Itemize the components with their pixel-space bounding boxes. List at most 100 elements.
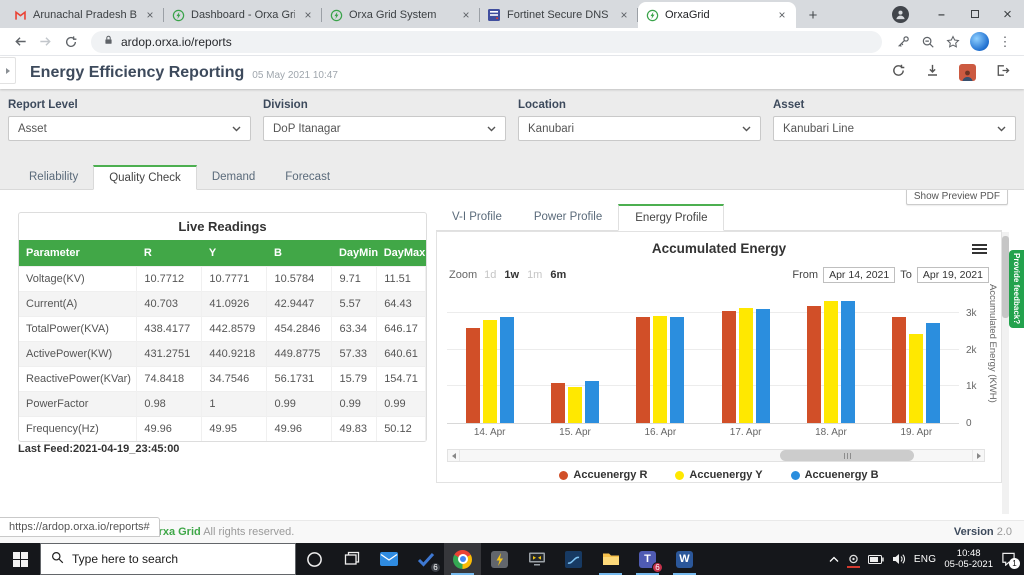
to-date-input[interactable]: Apr 19, 2021	[916, 267, 989, 283]
filter-division-select[interactable]: DoP Itanagar	[263, 116, 506, 141]
scroll-right-icon[interactable]	[972, 450, 984, 461]
bookmark-star-icon[interactable]	[940, 30, 965, 54]
feedback-button[interactable]: Provide feedback?	[1009, 250, 1024, 328]
tab-quality-check[interactable]: Quality Check	[93, 165, 197, 190]
tab-v-i-profile[interactable]: V-I Profile	[436, 204, 518, 230]
tab-demand[interactable]: Demand	[197, 165, 270, 189]
filter-location-select[interactable]: Kanubari	[518, 116, 761, 141]
zoom-out-icon[interactable]	[915, 30, 940, 54]
cortana-button[interactable]	[296, 543, 333, 575]
filter-report-level-select[interactable]: Asset	[8, 116, 251, 141]
windows-logo-icon	[12, 551, 28, 567]
tab-close-icon[interactable]	[775, 8, 789, 22]
browser-tab-dashboard-orxa-grid-client[interactable]: Dashboard - Orxa Grid Client	[164, 2, 322, 28]
table-cell: 0.99	[376, 391, 426, 417]
app-button-darkblue[interactable]	[555, 543, 592, 575]
tab-close-icon[interactable]	[143, 8, 157, 22]
sidebar-toggle-button[interactable]	[0, 57, 16, 84]
zoom-1w-button[interactable]: 1w	[504, 269, 519, 281]
tab-reliability[interactable]: Reliability	[14, 165, 93, 189]
action-center-button[interactable]: 1	[1001, 552, 1020, 569]
legend-item[interactable]: Accuenergy B	[790, 469, 879, 481]
chart-scrollbar[interactable]	[447, 449, 985, 462]
chart-bar	[584, 381, 599, 423]
logout-icon[interactable]	[995, 63, 1010, 83]
x-axis-label: 17. Apr	[729, 427, 762, 438]
tab-close-icon[interactable]	[459, 8, 473, 22]
zoom-1d-button[interactable]: 1d	[484, 269, 496, 281]
language-indicator[interactable]: ENG	[914, 554, 937, 565]
browser-tab-orxagrid[interactable]: OrxaGrid	[638, 2, 796, 28]
browser-tab-orxa-grid-system[interactable]: Orxa Grid System	[322, 2, 480, 28]
browser-toolbar: ardop.orxa.io/reports	[0, 28, 1024, 56]
key-icon[interactable]	[890, 30, 915, 54]
profile-avatar[interactable]	[970, 32, 989, 51]
app-button-bolt[interactable]	[481, 543, 518, 575]
tray-device-icon[interactable]	[846, 554, 860, 568]
table-cell: Frequency(Hz)	[19, 416, 138, 441]
user-avatar[interactable]	[959, 64, 976, 81]
legend-item[interactable]: Accuenergy R	[559, 469, 647, 481]
bar-group-19-apr	[874, 292, 959, 423]
address-bar[interactable]: ardop.orxa.io/reports	[91, 30, 882, 53]
download-icon[interactable]	[925, 63, 940, 83]
todo-app-button[interactable]: 6	[407, 543, 444, 575]
chrome-app-button[interactable]	[444, 543, 481, 575]
tab-close-icon[interactable]	[617, 8, 631, 22]
scroll-left-icon[interactable]	[448, 450, 460, 461]
legend-label: Accuenergy Y	[689, 469, 763, 481]
browser-profile-icon[interactable]	[892, 5, 909, 23]
word-app-button[interactable]	[666, 543, 703, 575]
system-tray: ENG 10:48 05-05-2021 1	[829, 543, 1024, 575]
chart-bar	[670, 317, 685, 423]
bar-group-17-apr	[703, 292, 788, 423]
menu-dots-icon[interactable]	[994, 34, 1016, 50]
scrollbar-thumb[interactable]	[780, 450, 915, 461]
table-row: TotalPower(KVA) 438.4177 442.8579 454.2846 6…	[19, 316, 426, 342]
chart-legend: Accuenergy R Accuenergy Y Accuenergy B	[437, 469, 1001, 481]
from-date-input[interactable]: Apr 14, 2021	[823, 267, 896, 283]
mail-app-button[interactable]	[370, 543, 407, 575]
teams-app-button[interactable]: 6	[629, 543, 666, 575]
legend-item[interactable]: Accuenergy Y	[675, 469, 763, 481]
clock-date: 05-05-2021	[944, 559, 993, 570]
chart-bar	[840, 301, 855, 423]
x-axis-label: 14. Apr	[473, 427, 506, 438]
tab-close-icon[interactable]	[301, 8, 315, 22]
reload-icon[interactable]	[58, 30, 83, 54]
zoom-6m-button[interactable]: 6m	[550, 269, 566, 281]
zoom-1m-button[interactable]: 1m	[527, 269, 542, 281]
filter-asset-select[interactable]: Kanubari Line	[773, 116, 1016, 141]
remote-desktop-button[interactable]	[518, 543, 555, 575]
file-explorer-button[interactable]	[592, 543, 629, 575]
new-tab-button[interactable]	[800, 3, 826, 27]
window-close-button[interactable]	[991, 0, 1024, 28]
tab-energy-profile[interactable]: Energy Profile	[618, 204, 725, 231]
window-controls	[892, 0, 1024, 28]
start-button[interactable]	[0, 543, 40, 575]
browser-tab-fortinet-secure-dns-service[interactable]: Fortinet Secure DNS Service	[480, 2, 638, 28]
orxagrid-favicon-icon	[171, 8, 185, 22]
filter-division: Division DoP Itanagar	[263, 99, 506, 165]
tab-power-profile[interactable]: Power Profile	[518, 204, 618, 230]
forward-icon[interactable]	[33, 30, 58, 54]
volume-icon[interactable]	[892, 553, 906, 565]
taskbar-clock[interactable]: 10:48 05-05-2021	[944, 548, 993, 571]
tray-chevron-icon[interactable]	[829, 556, 839, 563]
battery-icon[interactable]	[867, 554, 884, 564]
tab-forecast[interactable]: Forecast	[270, 165, 345, 189]
window-minimize-button[interactable]	[925, 0, 958, 28]
y-axis-title: Accumulated Energy (KWH)	[987, 284, 998, 403]
window-maximize-button[interactable]	[958, 0, 991, 28]
browser-tab-arunachal-pradesh-blog-post[interactable]: Arunachal Pradesh Blog Post	[6, 2, 164, 28]
back-icon[interactable]	[8, 30, 33, 54]
taskbar-search-input[interactable]: Type here to search	[40, 543, 296, 575]
chart-menu-icon[interactable]	[972, 244, 987, 256]
windows-taskbar: Type here to search 6 6	[0, 543, 1024, 575]
refresh-icon[interactable]	[891, 63, 906, 83]
vertical-scrollbar[interactable]	[1002, 232, 1009, 514]
vertical-scrollbar-thumb[interactable]	[1002, 236, 1009, 318]
y-tick-label: 3k	[966, 308, 977, 319]
y-tick-label: 1k	[966, 381, 977, 393]
task-view-button[interactable]	[333, 543, 370, 575]
